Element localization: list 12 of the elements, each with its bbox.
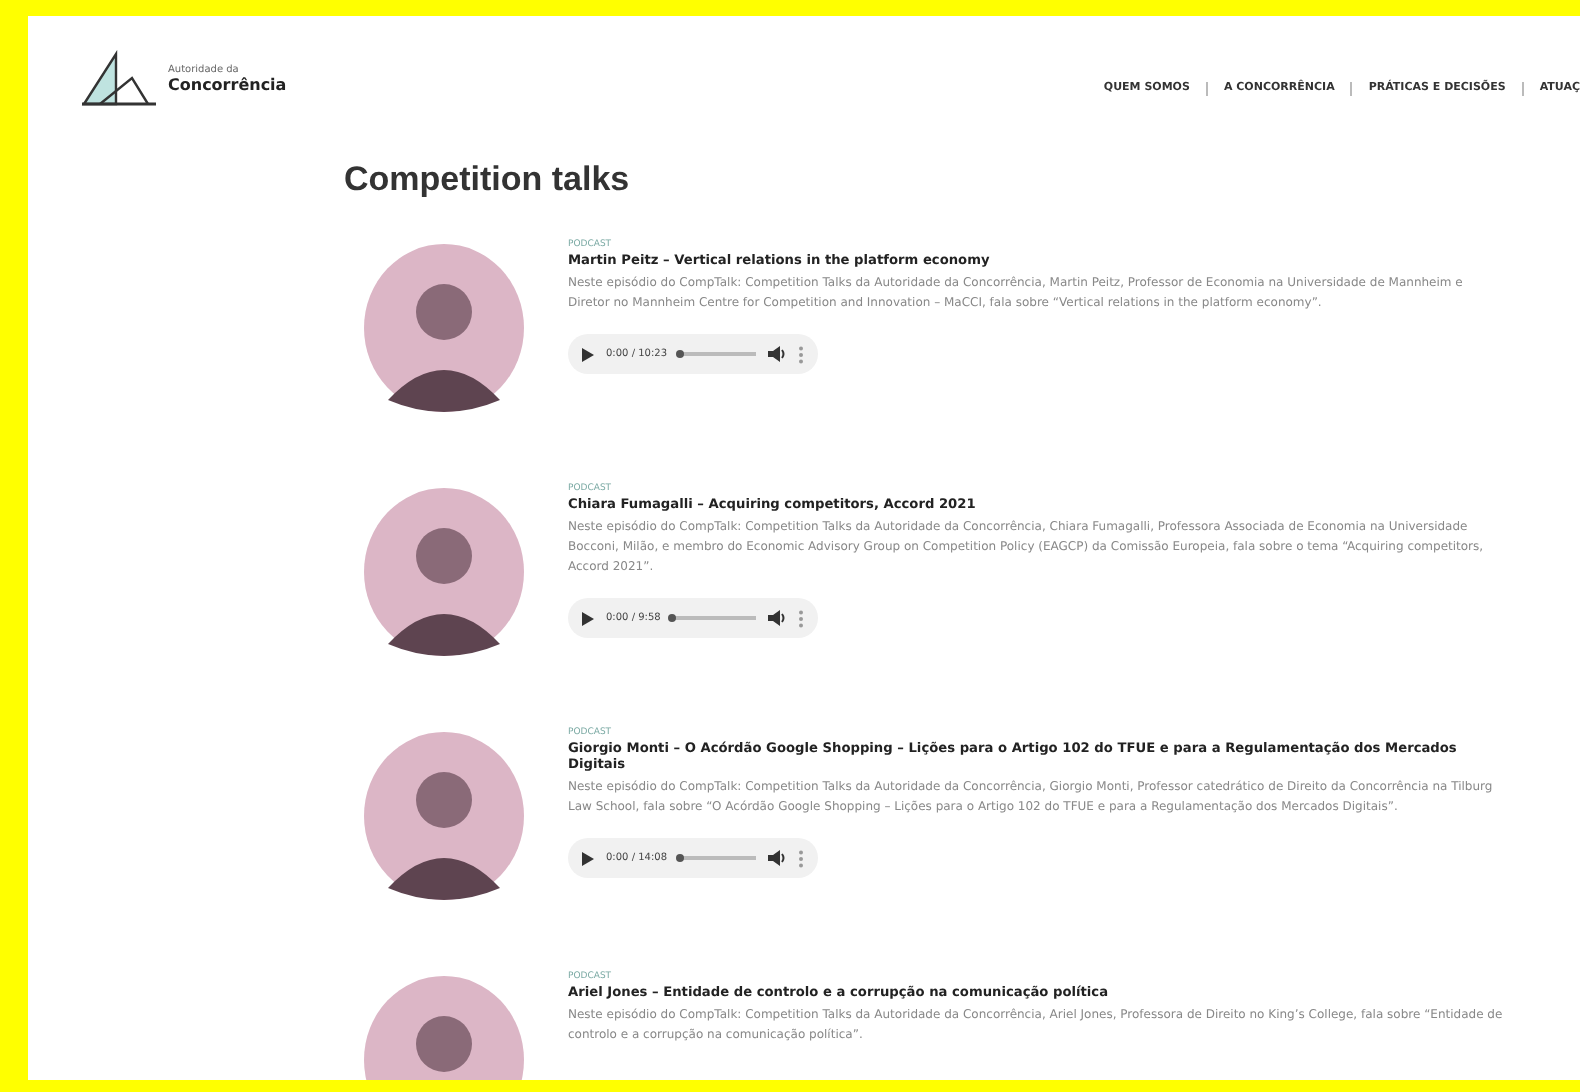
- play-icon[interactable]: [582, 611, 594, 625]
- logo-title: Concorrência: [168, 75, 287, 93]
- logo-icon: [80, 50, 160, 106]
- play-icon[interactable]: [582, 347, 594, 361]
- volume-icon[interactable]: [768, 346, 786, 362]
- page-heading: Competition talks: [344, 160, 632, 200]
- slider-thumb[interactable]: [668, 613, 677, 622]
- slider-thumb[interactable]: [675, 349, 684, 358]
- volume-icon[interactable]: [768, 610, 786, 626]
- volume-icon[interactable]: [768, 850, 786, 866]
- slider-thumb[interactable]: [675, 853, 684, 862]
- play-icon[interactable]: [582, 851, 594, 865]
